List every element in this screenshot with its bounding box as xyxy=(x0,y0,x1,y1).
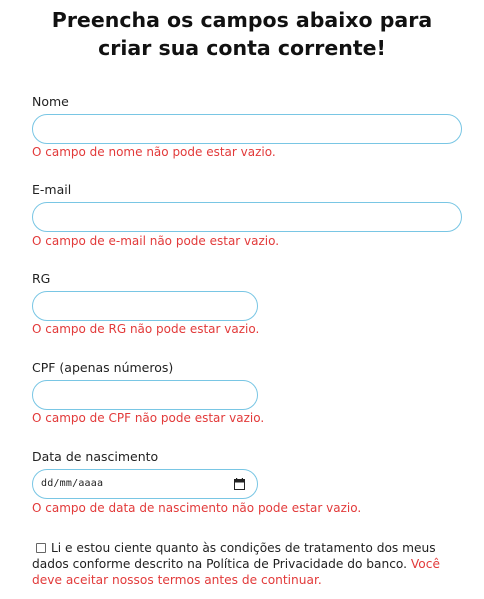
page-title-line-1: Preencha os campos abaixo para xyxy=(51,8,433,32)
cpf-error: O campo de CPF não pode estar vazio. xyxy=(32,411,265,425)
cpf-label: CPF (apenas números) xyxy=(32,360,174,375)
birthdate-error: O campo de data de nascimento não pode e… xyxy=(32,501,362,515)
terms-checkbox[interactable] xyxy=(36,542,46,553)
name-label: Nome xyxy=(32,94,69,109)
birthdate-placeholder: dd/mm/aaaa xyxy=(41,478,104,489)
terms-text: Li e estou ciente quanto às condições de… xyxy=(32,541,436,571)
terms-block: Li e estou ciente quanto às condições de… xyxy=(32,540,442,588)
email-error: O campo de e-mail não pode estar vazio. xyxy=(32,234,280,248)
name-error: O campo de nome não pode estar vazio. xyxy=(32,145,276,159)
birthdate-input[interactable]: dd/mm/aaaa xyxy=(32,469,258,499)
page-title-line-2: criar sua conta corrente! xyxy=(98,36,386,60)
page-title: Preencha os campos abaixo para criar sua… xyxy=(0,6,484,62)
cpf-input[interactable] xyxy=(32,380,258,410)
calendar-icon[interactable] xyxy=(234,478,245,490)
email-label: E-mail xyxy=(32,182,72,197)
rg-input[interactable] xyxy=(32,291,258,321)
rg-error: O campo de RG não pode estar vazio. xyxy=(32,322,260,336)
name-input[interactable] xyxy=(32,114,462,144)
email-input[interactable] xyxy=(32,202,462,232)
rg-label: RG xyxy=(32,271,51,286)
birthdate-label: Data de nascimento xyxy=(32,449,159,464)
